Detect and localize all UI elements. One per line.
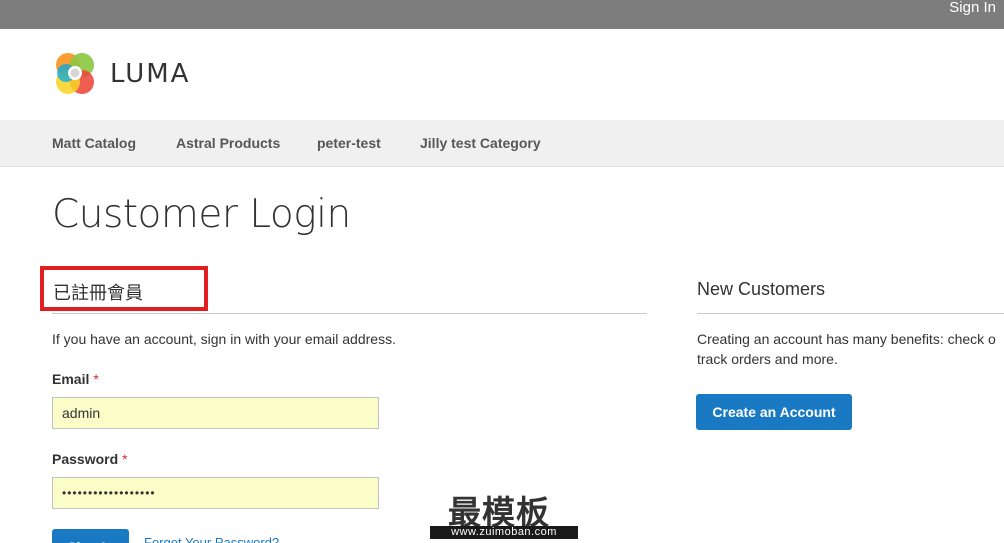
- watermark: 最模板 www.zuimoban.com: [430, 486, 580, 543]
- login-note: If you have an account, sign in with you…: [52, 331, 396, 347]
- required-mark: *: [122, 451, 128, 467]
- page-title: Customer Login: [52, 192, 351, 237]
- email-label-text: Email: [52, 371, 90, 387]
- nav-item-astral-products[interactable]: Astral Products: [176, 135, 280, 151]
- nav-item-matt-catalog[interactable]: Matt Catalog: [52, 135, 136, 151]
- highlight-annotation: [40, 266, 208, 311]
- sign-in-button[interactable]: Sign In: [52, 529, 129, 543]
- brand-wordmark: LUMA: [110, 59, 191, 89]
- top-bar: Sign In: [0, 0, 1004, 29]
- forgot-password-link[interactable]: Forgot Your Password?: [144, 535, 279, 543]
- category-nav: Matt Catalog Astral Products peter-test …: [0, 120, 1004, 167]
- new-customers-note-line2: track orders and more.: [697, 351, 838, 367]
- password-label: Password *: [52, 451, 128, 467]
- watermark-url: www.zuimoban.com: [430, 526, 578, 539]
- sign-in-link[interactable]: Sign In: [949, 0, 996, 16]
- required-mark: *: [93, 371, 99, 387]
- email-label: Email *: [52, 371, 99, 387]
- nav-item-jilly-test-category[interactable]: Jilly test Category: [420, 135, 541, 151]
- luma-logo-icon: [56, 53, 94, 94]
- login-divider: [52, 313, 647, 314]
- nav-item-peter-test[interactable]: peter-test: [317, 135, 381, 151]
- new-customers-divider: [697, 313, 1004, 314]
- site-header: LUMA: [0, 29, 1004, 120]
- create-account-button[interactable]: Create an Account: [696, 394, 852, 430]
- email-field[interactable]: admin: [52, 397, 379, 429]
- logo[interactable]: LUMA: [52, 51, 190, 97]
- password-label-text: Password: [52, 451, 119, 467]
- new-customers-title: New Customers: [697, 279, 826, 299]
- password-field[interactable]: ••••••••••••••••••: [52, 477, 379, 509]
- new-customers-note-line1: Creating an account has many benefits: c…: [697, 331, 996, 347]
